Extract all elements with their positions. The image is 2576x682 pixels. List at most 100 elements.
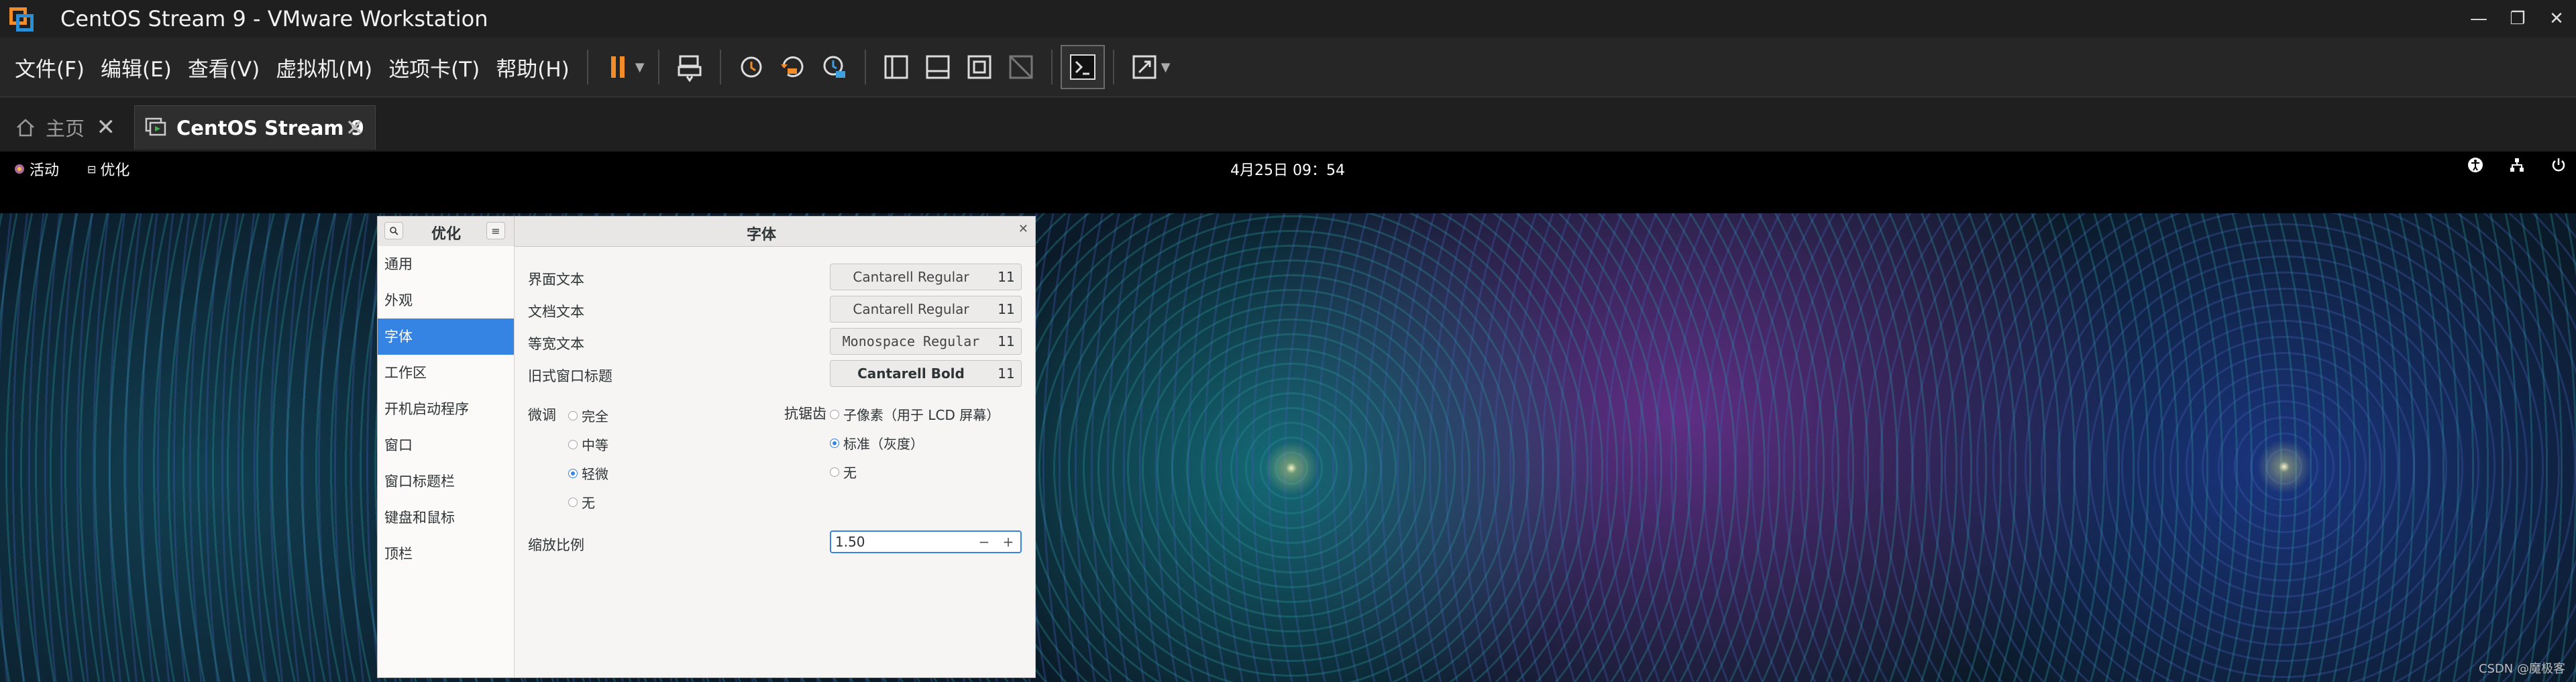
hinting-medium-radio[interactable]: 中等 xyxy=(568,435,608,454)
tab-home[interactable]: 主页 ✕ xyxy=(5,105,126,150)
minimize-button[interactable]: — xyxy=(2459,0,2498,38)
hamburger-icon: ≡ xyxy=(491,224,500,237)
full-screen-button[interactable] xyxy=(959,46,1000,88)
close-tab-icon[interactable]: ✕ xyxy=(345,115,365,141)
antialiasing-label: 抗锯齿 xyxy=(784,406,826,422)
menu-tabs[interactable]: 选项卡(T) xyxy=(380,52,488,82)
restore-button[interactable]: ❐ xyxy=(2498,0,2537,38)
show-library-button[interactable] xyxy=(875,46,917,88)
pause-button[interactable] xyxy=(598,46,639,88)
hinting-slight-radio[interactable]: 轻微 xyxy=(568,463,608,483)
monospace-text-font-button[interactable]: Monospace Regular 11 xyxy=(830,328,1022,355)
menu-vm[interactable]: 虚拟机(M) xyxy=(268,52,380,82)
document-text-font-button[interactable]: Cantarell Regular 11 xyxy=(830,296,1022,323)
sidebar-item-general[interactable]: 通用 xyxy=(378,246,514,282)
pause-icon xyxy=(610,56,625,78)
decrement-button[interactable]: − xyxy=(972,534,996,550)
tweaks-sidebar: 通用 外观 字体 工作区 开机启动程序 窗口 窗口标题栏 键盘和鼠标 顶栏 xyxy=(378,246,515,677)
tab-bar: 主页 ✕ CentOS Stream 9 ✕ xyxy=(0,97,2576,152)
menu-bar: 文件(F) 编辑(E) 查看(V) 虚拟机(M) 选项卡(T) 帮助(H) ▼ … xyxy=(0,38,2576,97)
document-text-label: 文档文本 xyxy=(528,304,584,320)
sidebar-item-top-bar[interactable]: 顶栏 xyxy=(378,536,514,572)
legacy-window-titles-label: 旧式窗口标题 xyxy=(528,368,612,384)
sidebar-item-workspaces[interactable]: 工作区 xyxy=(378,355,514,391)
close-button[interactable]: ✕ xyxy=(2537,0,2576,38)
stretch-icon xyxy=(1132,55,1157,79)
vm-icon xyxy=(144,117,167,139)
window-title: CentOS Stream 9 - VMware Workstation xyxy=(60,6,488,32)
tab-centos-stream-9[interactable]: CentOS Stream 9 ✕ xyxy=(134,105,376,150)
sidebar-item-windows[interactable]: 窗口 xyxy=(378,427,514,463)
sidebar-item-appearance[interactable]: 外观 xyxy=(378,282,514,319)
toolbar-separator xyxy=(657,50,659,84)
legacy-window-titles-font-button[interactable]: Cantarell Bold 11 xyxy=(830,360,1022,387)
hinting-label: 微调 xyxy=(528,407,556,423)
console-view-button[interactable] xyxy=(1060,45,1105,89)
toolbar-separator xyxy=(1112,50,1114,84)
toolbar-separator xyxy=(864,50,866,84)
tweaks-icon: ⊟ xyxy=(87,162,97,176)
console-view-icon xyxy=(1069,54,1095,80)
monospace-text-label: 等宽文本 xyxy=(528,336,584,352)
menu-help[interactable]: 帮助(H) xyxy=(488,52,578,82)
menu-edit[interactable]: 编辑(E) xyxy=(93,52,180,82)
centos-logo-icon xyxy=(15,164,24,174)
hamburger-menu-button[interactable]: ≡ xyxy=(486,222,505,239)
revert-snapshot-icon xyxy=(780,56,804,77)
antialiasing-subpixel-radio[interactable]: 子像素（用于 LCD 屏幕） xyxy=(830,404,1000,424)
show-library-icon xyxy=(884,55,908,79)
snapshot-manager-button[interactable] xyxy=(814,46,855,88)
unity-button[interactable] xyxy=(1000,46,1042,88)
increment-button[interactable]: + xyxy=(996,534,1020,550)
send-ctrl-alt-del-icon xyxy=(678,55,702,82)
revert-snapshot-button[interactable] xyxy=(772,46,814,88)
tweaks-window: 优化 ≡ 字体 ✕ 通用 外观 字体 工作区 开机启动程序 窗口 窗口标题栏 键… xyxy=(377,216,1036,678)
app-menu-tweaks[interactable]: ⊟ 优化 xyxy=(87,158,129,180)
watermark: CSDN @魔极客 xyxy=(2478,662,2565,676)
activities-label: 活动 xyxy=(30,162,60,179)
app-menu-label: 优化 xyxy=(100,162,130,179)
power-icon[interactable] xyxy=(2549,156,2568,174)
antialiasing-standard-radio[interactable]: 标准（灰度） xyxy=(830,433,924,453)
antialiasing-none-radio[interactable]: 无 xyxy=(830,462,857,481)
tweaks-headerbar: 优化 ≡ 字体 ✕ xyxy=(378,217,1035,247)
clock[interactable]: 4月25日 09：54 xyxy=(1230,158,1345,180)
title-bar: CentOS Stream 9 - VMware Workstation — ❐… xyxy=(0,0,2576,38)
activities-button[interactable]: 活动 xyxy=(13,158,59,180)
full-screen-icon xyxy=(967,55,991,79)
snapshot-icon xyxy=(741,56,762,78)
menu-view[interactable]: 查看(V) xyxy=(180,52,268,82)
network-icon[interactable] xyxy=(2508,156,2526,174)
accessibility-icon[interactable] xyxy=(2466,156,2485,174)
interface-text-label: 界面文本 xyxy=(528,272,584,288)
close-tab-icon[interactable]: ✕ xyxy=(97,114,116,141)
fonts-panel: 界面文本 Cantarell Regular 11 文档文本 Cantarell… xyxy=(515,246,1035,677)
guest-display[interactable]: 活动 ⊟ 优化 4月25日 09：54 CSDN @魔极客 优化 ≡ 字体 ✕ … xyxy=(0,152,2576,682)
sidebar-item-keyboard-mouse[interactable]: 键盘和鼠标 xyxy=(378,500,514,536)
interface-text-font-button[interactable]: Cantarell Regular 11 xyxy=(830,264,1022,290)
scaling-factor-spinbutton[interactable]: 1.50 − + xyxy=(830,530,1022,553)
sidebar-item-startup-applications[interactable]: 开机启动程序 xyxy=(378,391,514,427)
snapshot-button[interactable] xyxy=(731,46,772,88)
close-icon[interactable]: ✕ xyxy=(1018,222,1028,236)
send-ctrl-alt-del-button[interactable] xyxy=(669,46,710,88)
thumbnail-bar-icon xyxy=(926,55,950,79)
toolbar-separator xyxy=(586,50,588,84)
tab-home-label: 主页 xyxy=(46,117,85,140)
toolbar-separator xyxy=(1051,50,1053,84)
thumbnail-bar-button[interactable] xyxy=(917,46,959,88)
unity-icon xyxy=(1009,55,1033,79)
scaling-factor-input[interactable]: 1.50 xyxy=(831,534,972,550)
scaling-factor-label: 缩放比例 xyxy=(528,537,584,553)
tab-vm-label: CentOS Stream 9 xyxy=(176,116,364,139)
toolbar-separator xyxy=(719,50,721,84)
sidebar-item-window-titlebars[interactable]: 窗口标题栏 xyxy=(378,463,514,500)
stretch-button[interactable] xyxy=(1124,46,1165,88)
gnome-top-bar: 活动 ⊟ 优化 4月25日 09：54 xyxy=(0,152,2576,213)
hinting-none-radio[interactable]: 无 xyxy=(568,492,595,512)
vmware-logo-icon xyxy=(7,5,35,33)
sidebar-item-fonts[interactable]: 字体 xyxy=(378,319,514,355)
menu-file[interactable]: 文件(F) xyxy=(7,52,93,82)
hinting-full-radio[interactable]: 完全 xyxy=(568,406,608,425)
panel-title: 字体 xyxy=(746,227,776,243)
